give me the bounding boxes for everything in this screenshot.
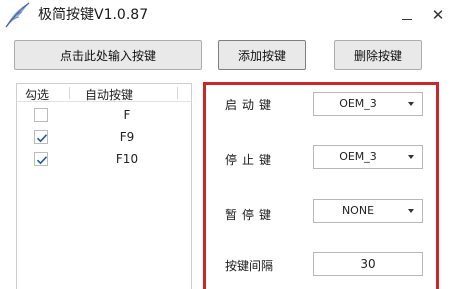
table-row[interactable]: F9 [17,127,191,149]
column-divider [177,87,178,99]
key-input-label: 点击此处输入按键 [59,48,156,63]
key-input-button[interactable]: 点击此处输入按键 [14,40,202,70]
window-title: 极简按键V1.0.87 [38,7,149,23]
column-header-check[interactable]: 勾选 [25,86,49,103]
feather-logo-icon [2,0,32,30]
minimize-button[interactable] [396,4,418,26]
start-key-label: 启动键 [225,98,277,112]
hotkey-settings-panel: 启动键 OEM_3 停止键 OEM_3 暂停键 NONE 按键间隔 30 [203,82,439,289]
chevron-down-icon [408,209,414,213]
title-bar: 极简按键V1.0.87 ✕ [0,0,454,30]
minimize-icon [402,19,412,20]
stop-key-value: OEM_3 [339,150,377,163]
column-divider [69,87,70,99]
add-key-label: 添加按键 [237,48,286,63]
table-row[interactable]: F [17,105,191,127]
pause-key-label: 暂停键 [225,208,277,222]
close-icon: ✕ [431,6,445,24]
row-key-label: F10 [115,152,139,166]
row-key-label: F [123,108,131,122]
chevron-down-icon [408,102,414,106]
start-key-value: OEM_3 [339,97,377,110]
close-button[interactable]: ✕ [427,4,449,26]
chevron-down-icon [408,155,414,159]
pause-key-select[interactable]: NONE [313,199,423,223]
key-interval-label: 按键间隔 [225,259,274,273]
delete-key-button[interactable]: 删除按键 [334,40,422,70]
table-header: 勾选 自动按键 [17,84,191,102]
column-header-key[interactable]: 自动按键 [85,86,133,103]
checkmark-icon [36,156,48,165]
key-interval-input[interactable]: 30 [313,252,423,276]
checkmark-icon [36,134,48,143]
table-row[interactable]: F10 [17,149,191,171]
key-list-table: 勾选 自动按键 F F9 F10 [16,83,192,289]
add-key-button[interactable]: 添加按键 [218,40,306,70]
delete-key-label: 删除按键 [353,48,402,63]
stop-key-label: 停止键 [225,153,277,167]
row-checkbox[interactable] [34,152,48,166]
row-key-label: F9 [119,130,135,144]
row-checkbox[interactable] [34,108,48,122]
start-key-select[interactable]: OEM_3 [313,92,423,116]
pause-key-value: NONE [341,204,375,217]
stop-key-select[interactable]: OEM_3 [313,145,423,169]
row-checkbox[interactable] [34,130,48,144]
